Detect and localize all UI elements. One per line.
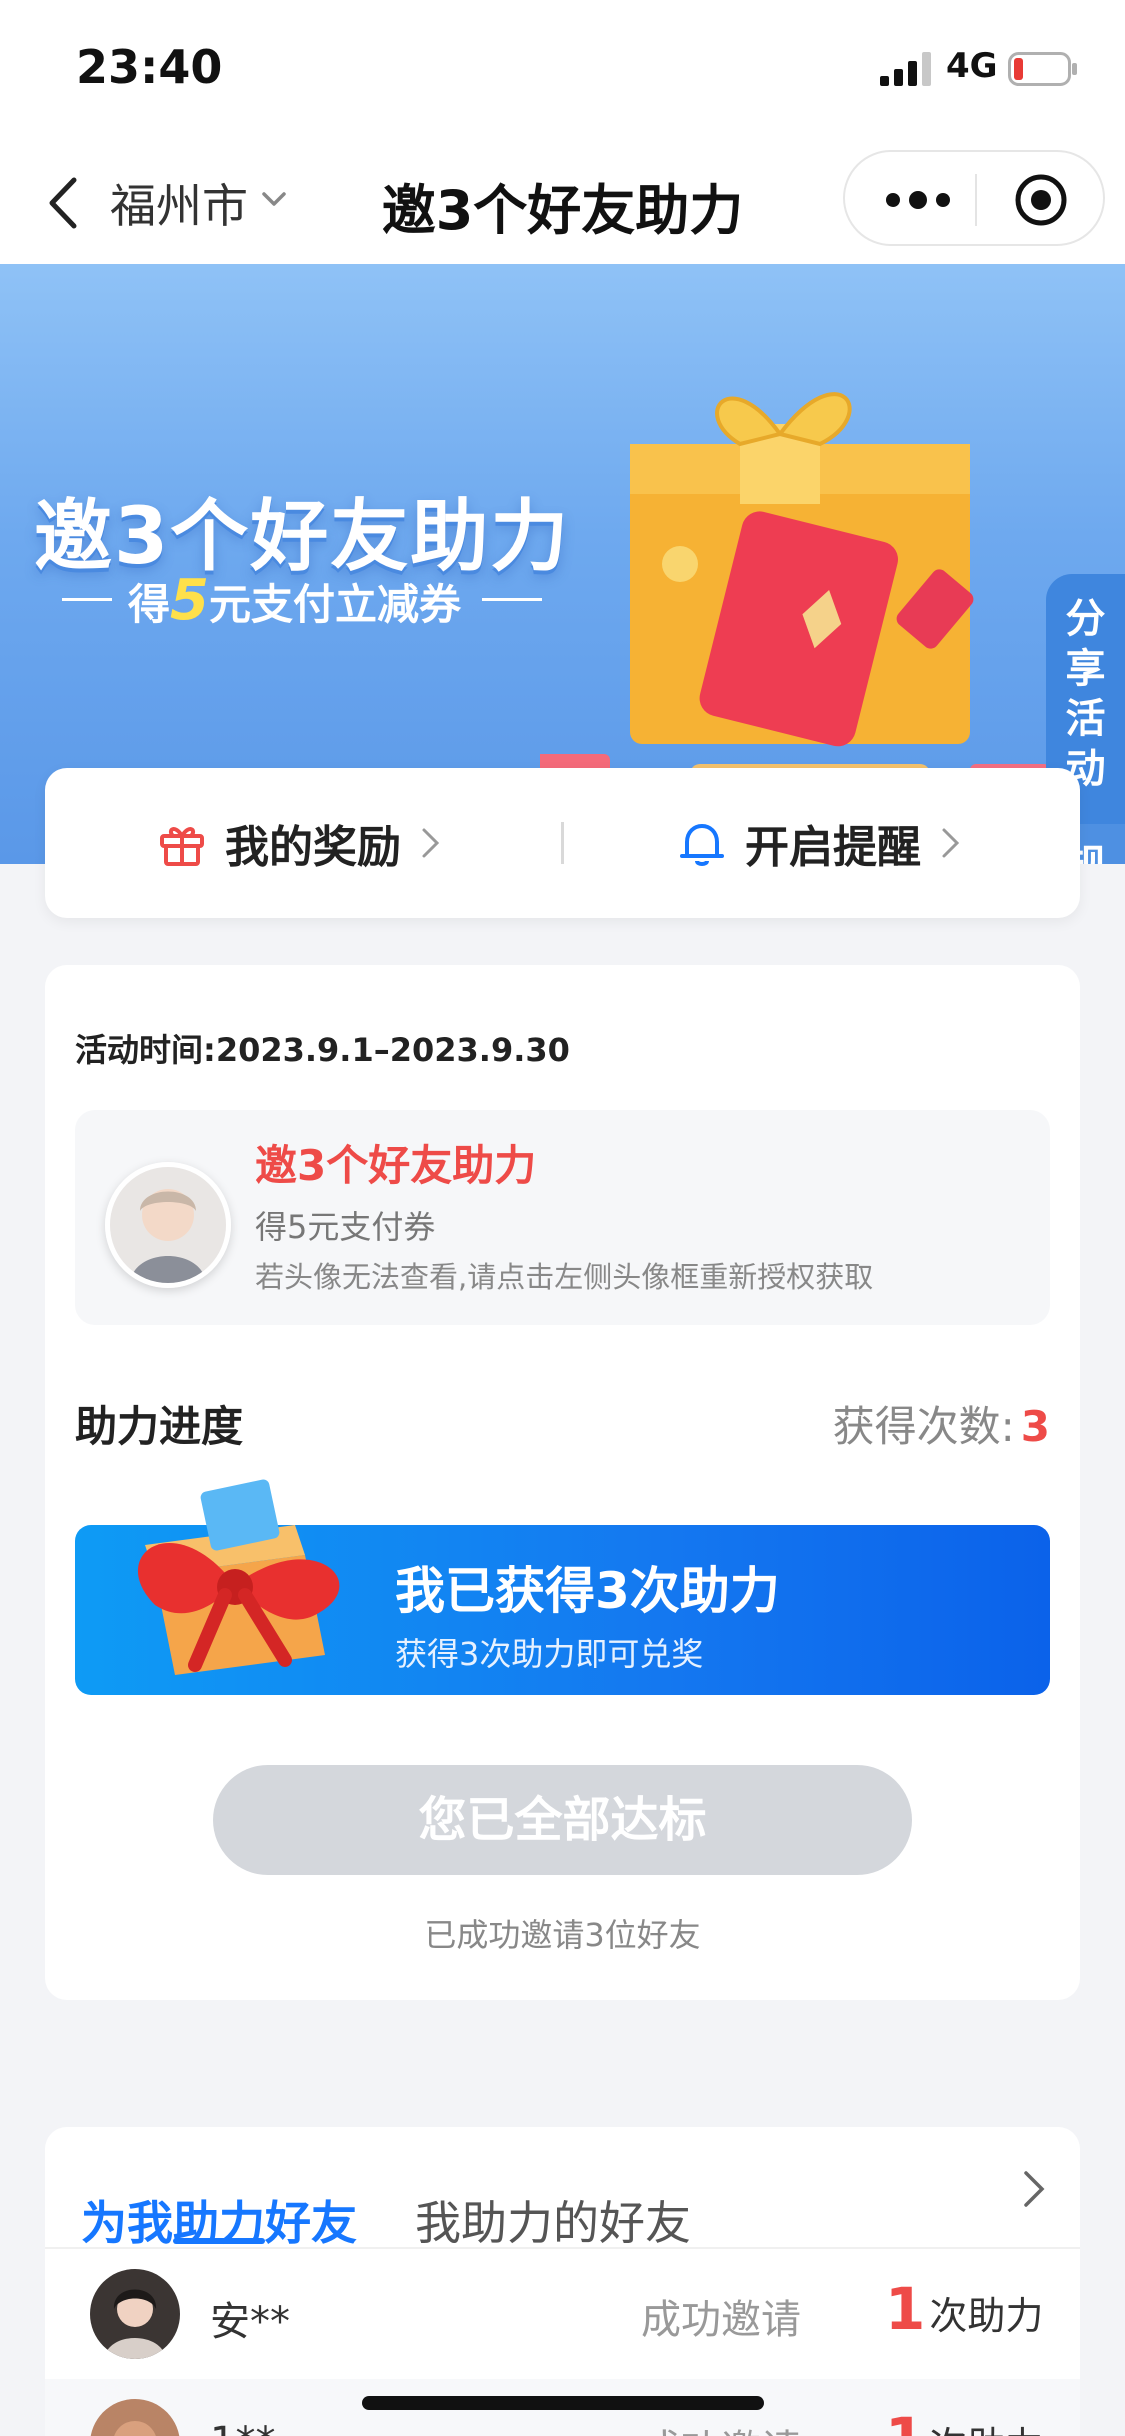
- battery-icon: [1008, 52, 1077, 86]
- divider: [561, 822, 564, 864]
- my-rewards-button[interactable]: 我的奖励: [157, 768, 443, 918]
- chevron-right-icon[interactable]: [1022, 2169, 1046, 2209]
- achievement-subtitle: 获得3次助力即可兑奖: [395, 1635, 704, 1673]
- tab-friends-i-helped[interactable]: 我助力的好友: [415, 2187, 691, 2253]
- nav-bar: 福州市 邀3个好友助力: [0, 140, 1125, 264]
- avatar: [90, 2399, 180, 2436]
- banner-subtitle-post: 元支付立减券: [208, 580, 461, 629]
- home-indicator: [362, 2396, 764, 2410]
- achievement-banner: 我已获得3次助力 获得3次助力即可兑奖: [75, 1479, 1050, 1695]
- avatar-image: [110, 1167, 226, 1283]
- active-tab-indicator: [173, 2238, 265, 2244]
- avatar: [90, 2269, 180, 2359]
- avatar-image: [90, 2269, 180, 2359]
- activity-card: 活动时间:2023.9.1–2023.9.30 邀3个好友助力 得5元支付券 若…: [45, 965, 1080, 2000]
- capsule-divider: [975, 174, 977, 226]
- activity-time: 活动时间:2023.9.1–2023.9.30: [75, 1031, 570, 1069]
- avatar-image: [90, 2399, 180, 2436]
- my-rewards-label: 我的奖励: [225, 822, 401, 873]
- banner-amount: 5: [170, 568, 209, 633]
- gift-icon: [160, 827, 204, 866]
- invite-description: 得5元支付券: [255, 1208, 436, 1246]
- banner-deco-line: [482, 598, 542, 601]
- banner-subtitle: 得5元支付立减券: [62, 568, 542, 633]
- avatar[interactable]: [105, 1162, 231, 1288]
- more-icon[interactable]: [883, 182, 953, 218]
- banner-deco-line: [62, 598, 112, 601]
- invite-note: 若头像无法查看,请点击左侧头像框重新授权获取: [255, 1260, 874, 1294]
- progress-title: 助力进度: [75, 1402, 244, 1451]
- quick-actions-card: 我的奖励 开启提醒: [45, 768, 1080, 918]
- friend-name: 安**: [210, 2299, 290, 2345]
- close-target-icon[interactable]: [1013, 172, 1069, 228]
- friend-help-count: 1次助力: [885, 2405, 1043, 2436]
- success-invite-text: 已成功邀请3位好友: [424, 1916, 701, 1954]
- all-completed-button[interactable]: 您已全部达标: [213, 1765, 912, 1875]
- list-item: 安** 成功邀请 1 次助力: [45, 2249, 1080, 2379]
- mini-program-capsule: [843, 150, 1105, 246]
- enable-reminder-label: 开启提醒: [745, 822, 921, 873]
- achievement-title: 我已获得3次助力: [395, 1562, 780, 1620]
- bell-icon: [680, 824, 724, 866]
- friend-name: 1**: [210, 2419, 275, 2436]
- enable-reminder-button[interactable]: 开启提醒: [677, 768, 963, 918]
- obtained-count: 获得次数: 3: [832, 1402, 1050, 1451]
- friend-status: 成功邀请: [641, 2417, 801, 2436]
- open-gift-icon: [137, 1479, 340, 1675]
- chevron-right-icon: [422, 828, 440, 858]
- chevron-right-icon: [942, 828, 960, 858]
- friends-card: 为我助力好友 我助力的好友 安** 成功邀请 1次助力 1** 成功邀请: [45, 2127, 1080, 2436]
- invite-title: 邀3个好友助力: [255, 1141, 537, 1190]
- status-bar: 23:40 4G: [0, 0, 1125, 140]
- friend-help-count: 1次助力: [885, 2275, 1044, 2343]
- banner-subtitle-pre: 得: [128, 580, 171, 629]
- network-type: 4G: [946, 46, 998, 86]
- signal-icon: [880, 52, 931, 86]
- status-time: 23:40: [76, 40, 223, 94]
- friend-status: 成功邀请: [641, 2297, 801, 2343]
- count-value: 3: [1020, 1402, 1050, 1451]
- invite-info-box: 邀3个好友助力 得5元支付券 若头像无法查看,请点击左侧头像框重新授权获取: [75, 1110, 1050, 1325]
